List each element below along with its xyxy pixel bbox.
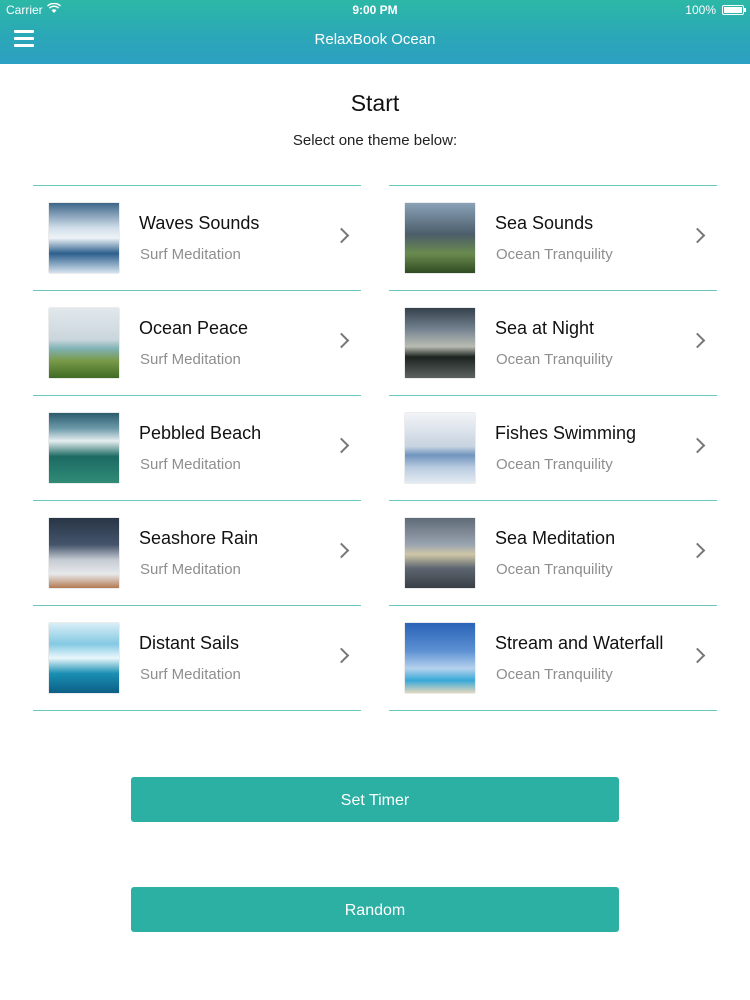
theme-category: Ocean Tranquility <box>496 246 613 263</box>
theme-title: Distant Sails <box>139 633 240 653</box>
theme-list-left: Waves Sounds Surf Meditation Ocean Peace… <box>33 185 361 711</box>
theme-item-pebbled-beach[interactable]: Pebbled Beach Surf Meditation <box>33 396 361 501</box>
theme-title: Fishes Swimming <box>495 423 637 443</box>
random-button[interactable]: Random <box>131 887 619 932</box>
battery-percent: 100% <box>685 3 716 17</box>
theme-title: Stream and Waterfall <box>495 633 664 653</box>
top-bar: Carrier 9:00 PM 100% RelaxBook Ocean <box>0 0 750 64</box>
theme-item-fishes-swimming[interactable]: Fishes Swimming Ocean Tranquility <box>389 396 717 501</box>
theme-category: Ocean Tranquility <box>496 351 613 368</box>
theme-item-distant-sails[interactable]: Distant Sails Surf Meditation <box>33 606 361 711</box>
theme-category: Ocean Tranquility <box>496 456 613 473</box>
theme-item-sea-sounds[interactable]: Sea Sounds Ocean Tranquility <box>389 186 717 291</box>
theme-title: Sea at Night <box>495 318 595 338</box>
theme-thumbnail <box>49 518 119 588</box>
chevron-right-icon <box>333 437 350 454</box>
theme-item-ocean-peace[interactable]: Ocean Peace Surf Meditation <box>33 291 361 396</box>
chevron-right-icon <box>333 542 350 559</box>
theme-thumbnail <box>405 308 475 378</box>
theme-title: Waves Sounds <box>139 213 260 233</box>
theme-category: Ocean Tranquility <box>496 561 613 578</box>
theme-thumbnail <box>49 413 119 483</box>
chevron-right-icon <box>333 227 350 244</box>
chevron-right-icon <box>689 227 706 244</box>
page-title: Start <box>350 90 400 116</box>
theme-title: Pebbled Beach <box>139 423 262 443</box>
chevron-right-icon <box>689 332 706 349</box>
theme-thumbnail <box>405 518 475 588</box>
theme-thumbnail <box>405 413 475 483</box>
status-bar: Carrier 9:00 PM 100% <box>0 0 750 20</box>
navigation-bar: RelaxBook Ocean <box>0 20 750 64</box>
theme-item-sea-meditation[interactable]: Sea Meditation Ocean Tranquility <box>389 501 717 606</box>
theme-title: Ocean Peace <box>139 318 249 338</box>
set-timer-button[interactable]: Set Timer <box>131 777 619 822</box>
theme-thumbnail <box>49 308 119 378</box>
theme-title: Sea Meditation <box>495 528 616 548</box>
theme-list-right: Sea Sounds Ocean Tranquility Sea at Nigh… <box>389 185 717 711</box>
chevron-right-icon <box>333 647 350 664</box>
theme-category: Surf Meditation <box>140 561 241 578</box>
theme-title: Seashore Rain <box>139 528 259 548</box>
chevron-right-icon <box>689 437 706 454</box>
battery-icon <box>722 5 746 15</box>
theme-category: Surf Meditation <box>140 456 241 473</box>
theme-category: Surf Meditation <box>140 246 241 263</box>
theme-item-stream-and-waterfall[interactable]: Stream and Waterfall Ocean Tranquility <box>389 606 717 711</box>
chevron-right-icon <box>333 332 350 349</box>
chevron-right-icon <box>689 542 706 559</box>
theme-thumbnail <box>405 203 475 273</box>
chevron-right-icon <box>689 647 706 664</box>
theme-thumbnail <box>405 623 475 693</box>
theme-item-seashore-rain[interactable]: Seashore Rain Surf Meditation <box>33 501 361 606</box>
theme-item-waves-sounds[interactable]: Waves Sounds Surf Meditation <box>33 186 361 291</box>
theme-title: Sea Sounds <box>495 213 594 233</box>
clock: 9:00 PM <box>352 3 398 17</box>
theme-thumbnail <box>49 203 119 273</box>
app-title: RelaxBook Ocean <box>314 31 436 48</box>
theme-category: Surf Meditation <box>140 666 241 683</box>
page-subtitle: Select one theme below: <box>292 132 458 149</box>
theme-category: Surf Meditation <box>140 351 241 368</box>
theme-category: Ocean Tranquility <box>496 666 613 683</box>
theme-item-sea-at-night[interactable]: Sea at Night Ocean Tranquility <box>389 291 717 396</box>
theme-thumbnail <box>49 623 119 693</box>
